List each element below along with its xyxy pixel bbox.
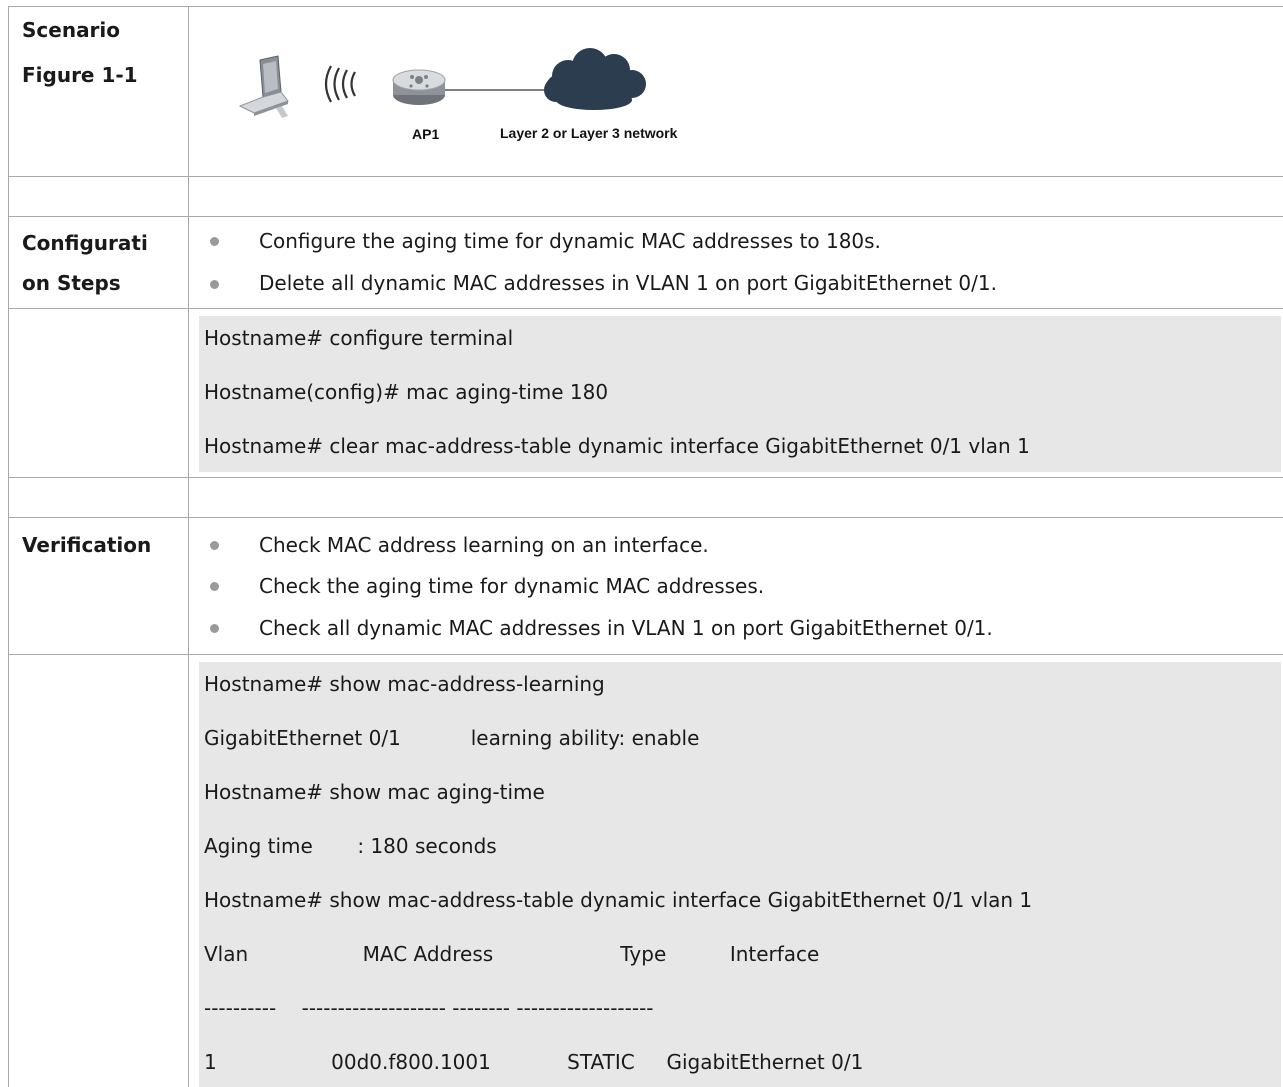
bullet-dot-icon <box>210 280 219 289</box>
code-line: Vlan MAC Address Type Interface <box>204 942 820 966</box>
ap-label: AP1 <box>412 126 439 142</box>
config-step-item: Delete all dynamic MAC addresses in VLAN… <box>259 271 997 295</box>
figure-label: Figure 1-1 <box>22 63 138 87</box>
code-line: Aging time : 180 seconds <box>204 834 497 858</box>
laptop-icon <box>238 55 289 118</box>
configuration-label-line1: Configurati <box>22 231 148 255</box>
code-line: Hostname(config)# mac aging-time 180 <box>204 380 609 404</box>
bullet-dot-icon <box>210 624 219 633</box>
bullet-dot-icon <box>210 582 219 591</box>
scenario-label: Scenario <box>22 18 121 42</box>
column-divider <box>188 6 189 1087</box>
row-divider <box>8 308 1283 309</box>
code-line: Hostname# clear mac-address-table dynami… <box>204 434 1030 458</box>
code-line: 1 00d0.f800.1001 STATIC GigabitEthernet … <box>204 1050 864 1074</box>
table-border-left <box>8 6 9 1087</box>
row-divider <box>8 477 1283 478</box>
row-divider <box>8 654 1283 655</box>
code-line: Hostname# configure terminal <box>204 326 514 350</box>
verification-step-item: Check MAC address learning on an interfa… <box>259 533 709 557</box>
code-line: Hostname# show mac aging-time <box>204 780 545 804</box>
verification-label: Verification <box>22 533 152 557</box>
configuration-label-line2: on Steps <box>22 271 121 295</box>
code-line: ---------- -------------------- --------… <box>204 996 654 1020</box>
bullet-dot-icon <box>210 237 219 246</box>
code-line: GigabitEthernet 0/1 learning ability: en… <box>204 726 700 750</box>
verification-step-item: Check the aging time for dynamic MAC add… <box>259 574 765 598</box>
network-cloud-icon <box>544 48 646 110</box>
wireless-signal-icon <box>324 65 356 103</box>
table-border-top <box>8 6 1283 7</box>
row-divider <box>8 176 1283 177</box>
bullet-dot-icon <box>210 541 219 550</box>
network-diagram: AP1 Layer 2 or Layer 3 network <box>238 46 758 156</box>
row-divider <box>8 216 1283 217</box>
config-example-table: Scenario Figure 1-1 AP1 Layer 2 or Layer… <box>8 6 1283 1087</box>
config-step-item: Configure the aging time for dynamic MAC… <box>259 229 881 253</box>
row-divider <box>8 517 1283 518</box>
network-label: Layer 2 or Layer 3 network <box>500 125 678 141</box>
access-point-icon <box>392 69 446 105</box>
code-line: Hostname# show mac-address-learning <box>204 672 605 696</box>
verification-step-item: Check all dynamic MAC addresses in VLAN … <box>259 616 993 640</box>
code-line: Hostname# show mac-address-table dynamic… <box>204 888 1033 912</box>
